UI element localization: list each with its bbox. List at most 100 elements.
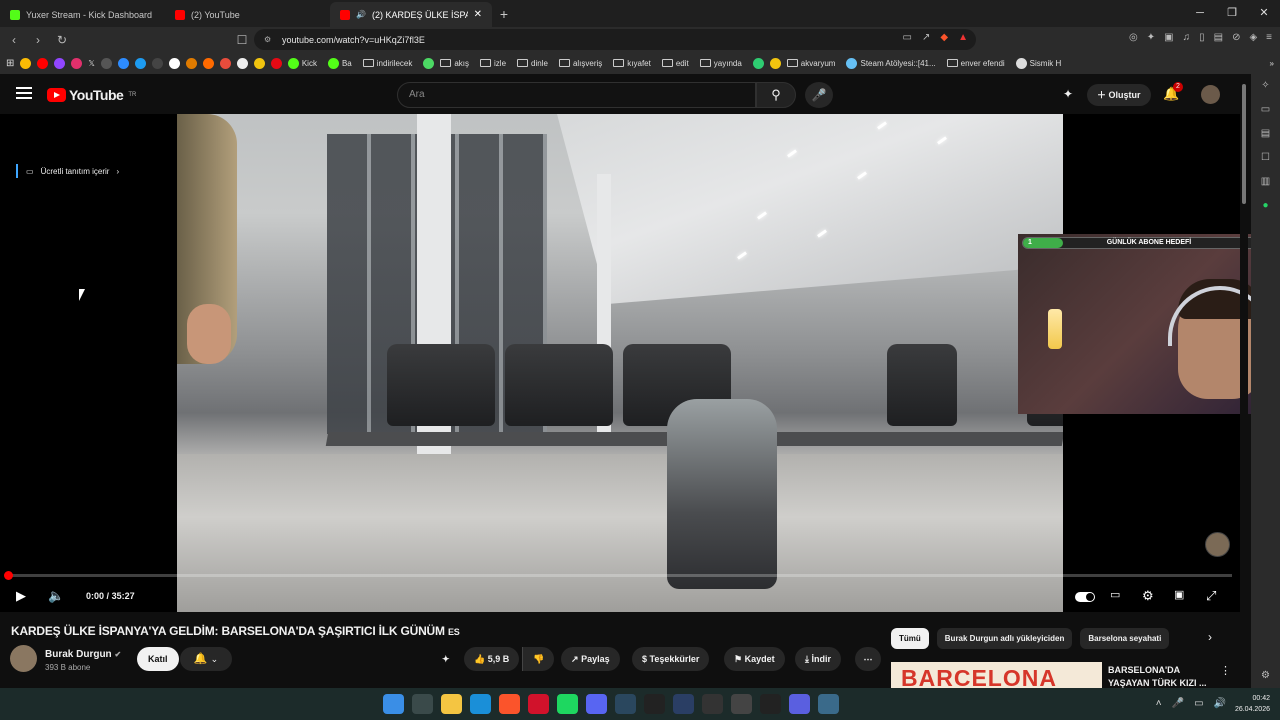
brave-icon[interactable]	[499, 694, 520, 714]
brave-rewards-icon[interactable]: ▲	[958, 32, 968, 43]
fullscreen-icon[interactable]: ⤢	[1206, 588, 1216, 604]
bookmarks-panel-icon[interactable]: ☐	[1251, 146, 1280, 170]
autoplay-toggle[interactable]	[1075, 592, 1095, 602]
ai-icon[interactable]: ✧	[1251, 74, 1280, 98]
app-icon[interactable]	[818, 694, 839, 714]
note-icon[interactable]	[253, 57, 265, 69]
reload-icon[interactable]: ↻	[54, 33, 70, 47]
close-window-icon[interactable]: ✕	[1248, 0, 1280, 26]
microphone-icon[interactable]: 🎤	[1172, 698, 1184, 709]
volume-icon[interactable]: 🔈	[48, 588, 64, 604]
voice-search-button[interactable]: 🎤	[805, 82, 833, 108]
site-icon[interactable]	[202, 57, 214, 69]
bookmark-folder-akvaryum[interactable]: akvaryum	[786, 59, 841, 68]
search-button[interactable]: ⚲	[756, 82, 796, 108]
extension-icon[interactable]: ◎	[1129, 32, 1138, 43]
menu-icon[interactable]: ≡	[1266, 32, 1272, 43]
puzzle-icon[interactable]: ✦	[1147, 32, 1155, 43]
join-button[interactable]: Katıl	[137, 647, 179, 671]
channel-name[interactable]: Burak Durgun ✔	[45, 649, 121, 660]
chip-barcelona-travel[interactable]: Barselona seyahati	[1080, 628, 1170, 649]
bookmark-ba[interactable]: Ba	[327, 57, 357, 69]
recommended-title[interactable]: BARSELONA'DA YAŞAYAN TÜRK KIZI ...	[1108, 664, 1213, 690]
netflix-icon[interactable]	[270, 57, 282, 69]
video-player[interactable]: ▭ Ücretli tanıtım içerir › 1 GÜNLÜK ABON…	[0, 114, 1280, 612]
paid-promotion-badge[interactable]: ▭ Ücretli tanıtım içerir ›	[16, 164, 119, 178]
chevron-up-icon[interactable]: ˄	[1156, 698, 1162, 709]
vpn-icon[interactable]: ◈	[1249, 32, 1257, 43]
steam-icon[interactable]	[615, 694, 636, 714]
whatsapp-icon[interactable]: ●	[1251, 194, 1280, 218]
m-icon[interactable]	[219, 57, 231, 69]
q-icon[interactable]	[752, 57, 764, 69]
speaker-icon[interactable]: 🔊	[356, 10, 366, 19]
wallet-icon[interactable]: ▤	[1214, 32, 1223, 43]
link-icon[interactable]: ⊘	[1232, 32, 1240, 43]
hamburger-menu-icon[interactable]	[16, 87, 32, 102]
music-icon[interactable]: ♫	[1183, 32, 1191, 43]
bookmark-steam-workshop[interactable]: Steam Atölyesi::[41...	[846, 57, 940, 69]
notifications-button[interactable]: 🔔 2	[1163, 82, 1183, 102]
app-icon[interactable]	[423, 57, 435, 69]
channel-watermark-icon[interactable]	[1205, 532, 1230, 557]
hb-icon[interactable]	[185, 57, 197, 69]
dislike-button[interactable]: 👎	[522, 647, 555, 671]
account-avatar[interactable]	[1201, 85, 1220, 104]
like-button[interactable]: 👍 5,9 B	[464, 647, 520, 671]
bookmark-kick[interactable]: Kick	[287, 57, 322, 69]
youtube-logo[interactable]: YouTube TR	[47, 87, 136, 103]
search-input[interactable]: Ara	[397, 82, 756, 108]
thanks-button[interactable]: $ Teşekkürler	[632, 647, 710, 671]
add-panel-icon[interactable]: ⚙	[1251, 664, 1280, 688]
spotify-icon[interactable]	[557, 694, 578, 714]
bookmark-folder-indirilecek[interactable]: indirilecek	[362, 59, 418, 68]
opera-icon[interactable]	[528, 694, 549, 714]
sidebar-icon[interactable]: ▯	[1199, 32, 1205, 43]
site-settings-icon[interactable]: ⚙	[264, 35, 271, 44]
chip-from-uploader[interactable]: Burak Durgun adlı yükleyiciden	[936, 628, 1073, 649]
scrollbar-thumb[interactable]	[1242, 84, 1246, 204]
forward-icon[interactable]: ›	[30, 33, 46, 47]
subtitles-icon[interactable]: ▭	[1110, 588, 1120, 601]
channel-avatar[interactable]	[10, 645, 37, 672]
recommended-thumbnail[interactable]: BARCELONA	[891, 662, 1102, 688]
more-bookmarks-icon[interactable]: »	[1270, 59, 1274, 68]
reading-list-icon[interactable]: ▥	[1251, 170, 1280, 194]
brave-shield-icon[interactable]: ◆	[940, 32, 948, 43]
bookmark-folder-enver-efendi[interactable]: enver efendi	[946, 59, 1010, 68]
record-icon[interactable]	[168, 57, 180, 69]
bookmark-icon[interactable]: ☐	[234, 33, 250, 47]
download-button[interactable]: ⤓ İndir	[795, 647, 841, 671]
minimize-icon[interactable]: ─	[1184, 0, 1216, 26]
tab-kick-dashboard[interactable]: Yuxer Stream - Kick Dashboard	[0, 2, 165, 27]
subscribe-notifications-button[interactable]: 🔔 ⌄	[180, 647, 232, 671]
app-icon[interactable]	[644, 694, 665, 714]
tabs-icon[interactable]: ▤	[1251, 122, 1280, 146]
new-tab-button[interactable]: +	[492, 2, 516, 27]
play-icon[interactable]: ▶	[16, 588, 26, 604]
create-button[interactable]: ＋ Oluştur	[1087, 84, 1151, 106]
bookmark-folder-dinle[interactable]: dinle	[517, 59, 553, 68]
bookmark-sismik[interactable]: Sismik H	[1015, 57, 1067, 69]
video-frame[interactable]	[177, 114, 1063, 612]
reading-icon[interactable]: ▭	[1251, 98, 1280, 122]
more-vertical-icon[interactable]: ⋮	[1220, 664, 1231, 677]
app-icon[interactable]	[134, 57, 146, 69]
save-button[interactable]: ⚑ Kaydet	[724, 647, 785, 671]
install-icon[interactable]: ▭	[903, 32, 912, 43]
app-icon[interactable]	[789, 694, 810, 714]
photoshop-icon[interactable]	[673, 694, 694, 714]
settings-gear-icon[interactable]: ⚙	[1142, 588, 1154, 604]
cloud-icon[interactable]	[117, 57, 129, 69]
share-icon[interactable]: ↗	[922, 32, 930, 43]
page-scrollbar[interactable]	[1240, 74, 1248, 688]
clock[interactable]: 00:42 26.04.2026	[1235, 693, 1270, 715]
bookmark-folder-yayinda[interactable]: yayında	[699, 59, 747, 68]
speaker-icon[interactable]: 🔊	[1214, 698, 1226, 709]
screenshot-icon[interactable]: ▣	[1164, 32, 1173, 43]
discord-icon[interactable]	[586, 694, 607, 714]
amazon-icon[interactable]	[236, 57, 248, 69]
extension-cast-icon[interactable]: ✦	[1063, 87, 1073, 101]
bookmark-folder-akis[interactable]: akış	[440, 59, 474, 68]
restore-icon[interactable]: ❐	[1216, 0, 1248, 26]
